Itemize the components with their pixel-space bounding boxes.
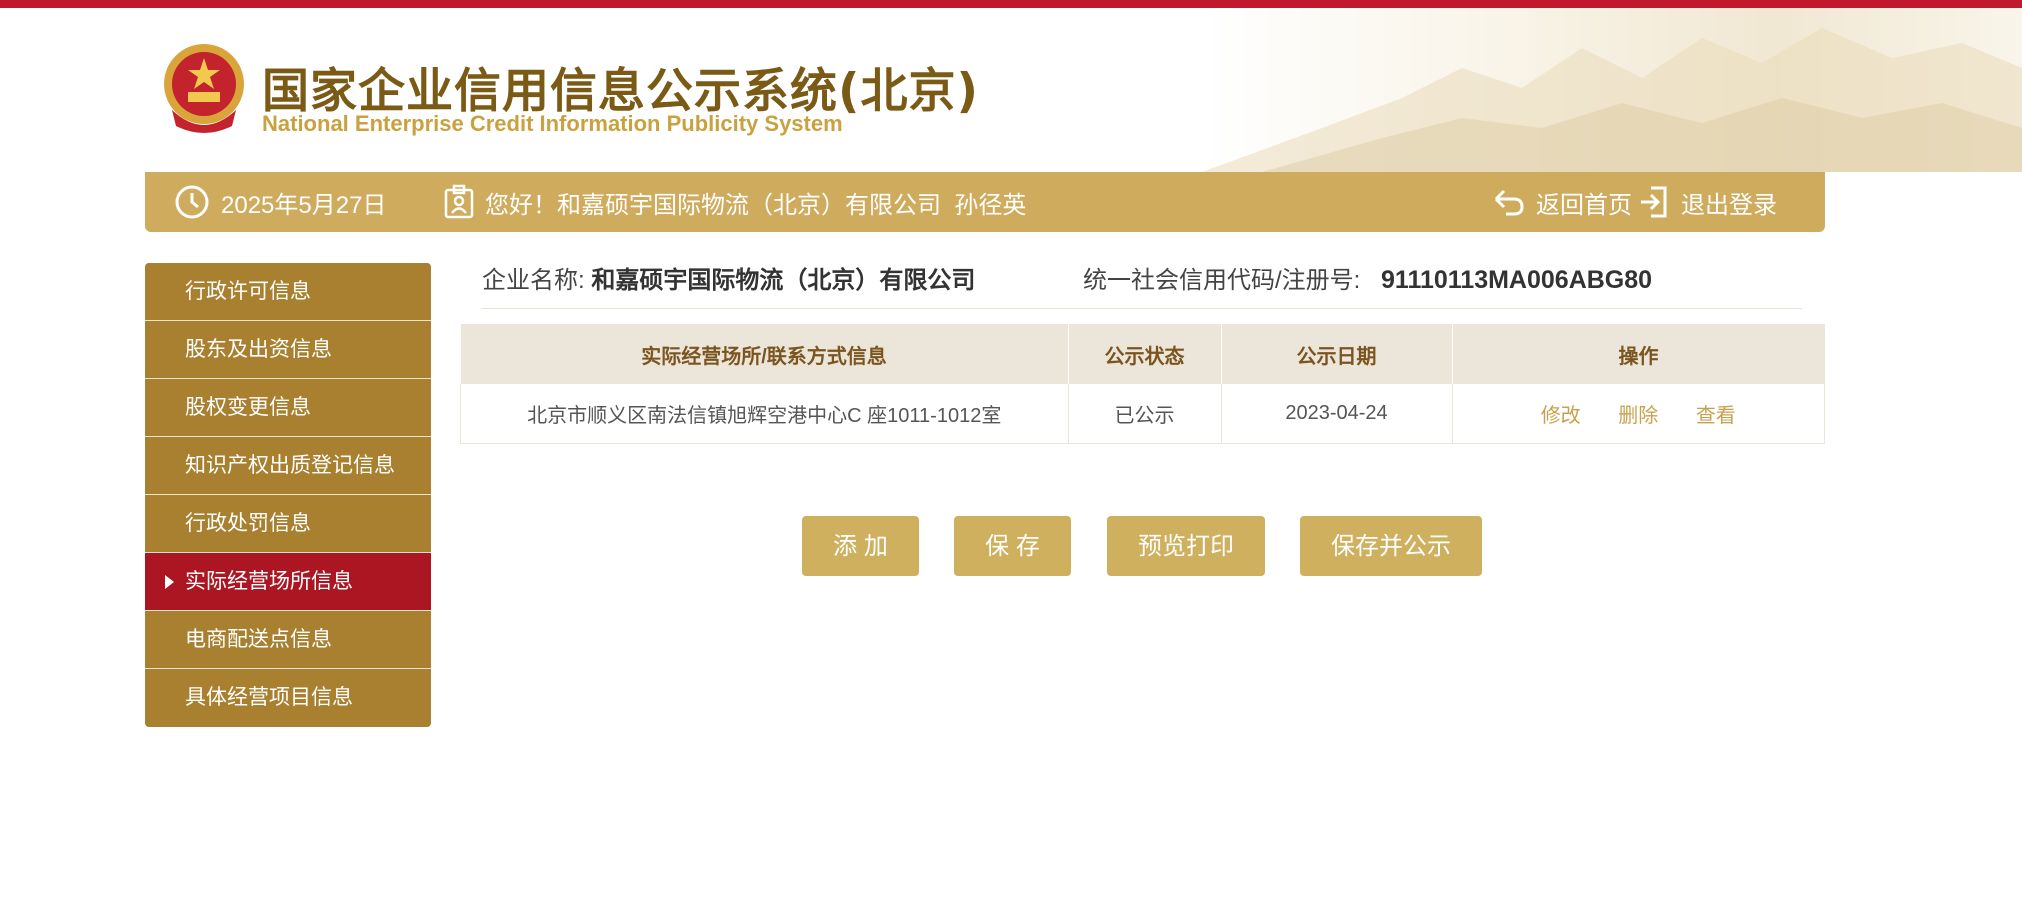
date-text: 2025年5月27日 [221,191,387,219]
view-link[interactable]: 查看 [1696,405,1736,427]
sidebar-item-business-premises[interactable]: 实际经营场所信息 [145,553,431,611]
company-name-label: 企业名称: [482,267,585,294]
premises-table: 实际经营场所/联系方式信息 公示状态 公示日期 操作 北京市顺义区南法信镇旭辉空… [460,324,1825,444]
sidebar-item-admin-license[interactable]: 行政许可信息 [145,263,431,321]
top-red-strip [0,0,2022,8]
clock-icon [175,185,209,219]
divider [482,308,1802,309]
logout-label: 退出登录 [1681,191,1777,219]
column-header-status: 公示状态 [1068,324,1222,384]
cell-date: 2023-04-24 [1221,384,1453,444]
return-home-label: 返回首页 [1536,191,1632,219]
edit-link[interactable]: 修改 [1541,405,1581,427]
cell-status: 已公示 [1068,384,1222,444]
date-display: 2025年5月27日 [173,172,386,232]
sidebar-item-shareholders[interactable]: 股东及出资信息 [145,321,431,379]
logout-link[interactable]: 退出登录 [1637,172,1777,232]
sidebar-item-equity-change[interactable]: 股权变更信息 [145,379,431,437]
company-name-line: 企业名称: 和嘉硕宇国际物流（北京）有限公司 [482,260,975,295]
return-arrow-icon [1494,189,1524,216]
add-button[interactable]: 添 加 [802,516,919,576]
cell-actions: 修改 删除 查看 [1452,384,1825,444]
column-header-address: 实际经营场所/联系方式信息 [460,324,1069,384]
sidebar-menu: 行政许可信息 股东及出资信息 股权变更信息 知识产权出质登记信息 行政处罚信息 … [145,263,431,727]
credit-code-line: 统一社会信用代码/注册号: 91110113MA006ABG80 [1083,260,1652,295]
greeting-text: 您好！和嘉硕宇国际物流（北京）有限公司 孙径英 [485,191,1027,219]
header-mountain-decoration [1202,8,2022,172]
save-button[interactable]: 保 存 [954,516,1071,576]
user-card-icon [444,184,474,219]
national-emblem-icon [158,40,250,136]
info-bar: 2025年5月27日 您好！和嘉硕宇国际物流（北京）有限公司 孙径英 返回首页 … [145,172,1825,232]
preview-print-button[interactable]: 预览打印 [1107,516,1265,576]
save-and-publish-button[interactable]: 保存并公示 [1300,516,1482,576]
company-name-value: 和嘉硕宇国际物流（北京）有限公司 [591,267,976,294]
sidebar-item-ip-pledge[interactable]: 知识产权出质登记信息 [145,437,431,495]
delete-link[interactable]: 删除 [1618,405,1658,427]
table-row: 北京市顺义区南法信镇旭辉空港中心C 座1011-1012室 已公示 2023-0… [460,384,1825,444]
column-header-actions: 操作 [1452,324,1825,384]
credit-code-label: 统一社会信用代码/注册号: [1083,267,1361,294]
sidebar-item-ecommerce-delivery[interactable]: 电商配送点信息 [145,611,431,669]
return-home-link[interactable]: 返回首页 [1492,172,1632,232]
credit-code-value: 91110113MA006ABG80 [1381,266,1653,294]
cell-address: 北京市顺义区南法信镇旭辉空港中心C 座1011-1012室 [460,384,1069,444]
sidebar-item-admin-penalty[interactable]: 行政处罚信息 [145,495,431,553]
sidebar-item-business-items[interactable]: 具体经营项目信息 [145,669,431,727]
logout-icon [1641,186,1667,218]
user-greeting: 您好！和嘉硕宇国际物流（北京）有限公司 孙径英 [443,172,1026,232]
column-header-date: 公示日期 [1221,324,1453,384]
site-subtitle: National Enterprise Credit Information P… [262,111,843,136]
table-header-row: 实际经营场所/联系方式信息 公示状态 公示日期 操作 [460,324,1825,384]
